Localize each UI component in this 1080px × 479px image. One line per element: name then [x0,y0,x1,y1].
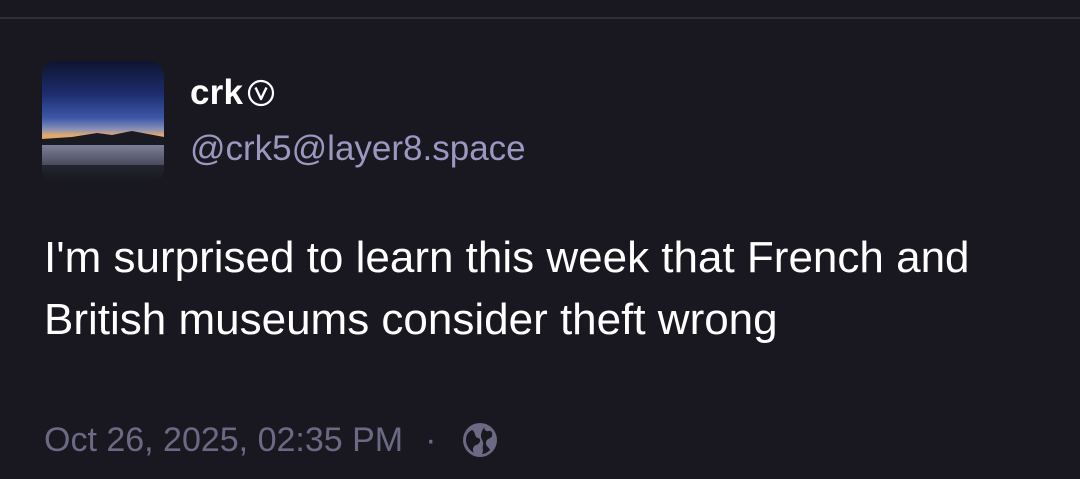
status-text: I'm surprised to learn this week that Fr… [44,233,970,344]
display-name[interactable]: crk [190,73,243,113]
timestamp[interactable]: Oct 26, 2025, 02:35 PM [44,421,403,460]
globe-icon[interactable] [460,420,500,460]
bot-badge-icon [247,79,275,107]
name-row: crk [190,71,275,115]
meta-row: Oct 26, 2025, 02:35 PM · [44,417,500,463]
account-handle[interactable]: @crk5@layer8.space [190,129,526,169]
avatar-image [42,61,164,183]
post-card[interactable]: crk @crk5@layer8.space I'm surprised to … [0,19,1080,479]
avatar[interactable] [42,61,164,183]
meta-separator: · [425,420,437,459]
